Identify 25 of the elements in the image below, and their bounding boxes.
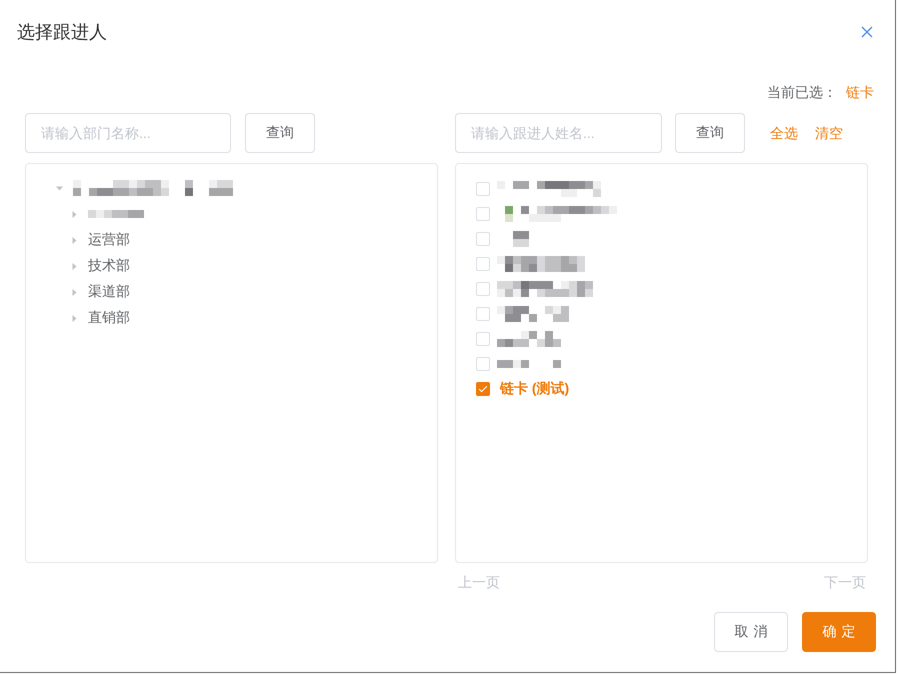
department-tree-item[interactable]: 直销部 [88, 309, 130, 327]
close-icon[interactable] [861, 26, 873, 38]
department-tree-item[interactable]: 渠道部 [88, 283, 130, 301]
caret-right-icon[interactable] [71, 314, 78, 322]
caret-right-icon[interactable] [71, 210, 78, 218]
department-search-field[interactable]: 请输入部门名称... [25, 113, 231, 153]
checkbox[interactable] [476, 382, 490, 396]
pixelated-text-drawing [497, 360, 561, 368]
query-button[interactable]: 查询 [245, 113, 315, 153]
caret-right-icon[interactable] [71, 236, 78, 244]
dialog-title: 选择跟进人 [17, 21, 107, 44]
caret-right-icon[interactable] [71, 262, 78, 270]
caret-right-icon[interactable] [71, 288, 78, 296]
pixelated-text-drawing [497, 330, 561, 346]
pixelated-text-drawing [513, 230, 529, 246]
department-tree-item[interactable]: 运营部 [88, 231, 130, 249]
query-button[interactable]: 查询 [675, 113, 745, 153]
cancel-button[interactable]: 取消 [714, 612, 788, 652]
current-selection-label: 当前已选： [767, 84, 837, 102]
pixelated-text-drawing [497, 306, 569, 322]
person-search-field[interactable]: 请输入跟进人姓名... [455, 113, 662, 153]
caret-down-icon[interactable] [56, 184, 63, 192]
department-tree-item[interactable]: 技术部 [88, 257, 130, 275]
current-selection-value: 链卡 [846, 84, 874, 102]
pixelated-text-drawing [88, 210, 144, 218]
